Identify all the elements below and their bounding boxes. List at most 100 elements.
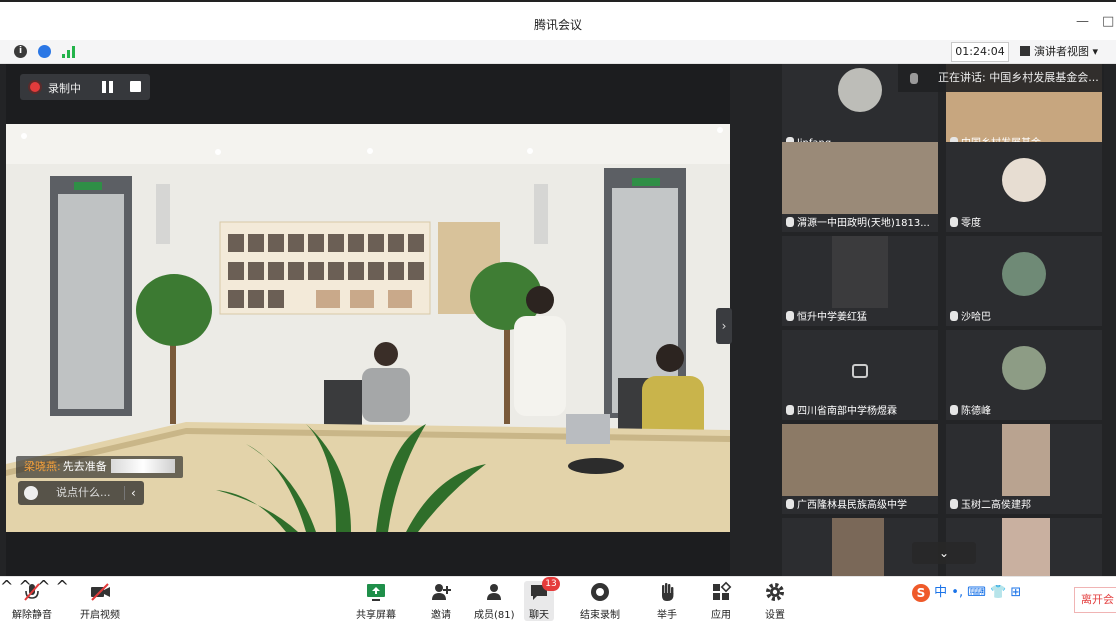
mic-icon (950, 499, 958, 509)
invite-label: 邀请 (431, 610, 451, 621)
participant-tile[interactable]: 沙哈巴 (946, 236, 1102, 326)
view-mode-button[interactable]: 演讲者视图 ▾ (1020, 43, 1098, 61)
chat-bubble: 梁晓燕: 先去准备 (16, 456, 183, 478)
window-title: 腾讯会议 (533, 18, 582, 32)
avatar (1002, 252, 1046, 296)
share-screen-button[interactable]: 共享屏幕 (356, 581, 396, 621)
scroll-down-button[interactable]: ⌄ (912, 542, 976, 564)
participant-tile[interactable]: 渭源一中田政明(天地)1813... (782, 142, 938, 232)
mic-icon (950, 405, 958, 415)
participant-name: 沙哈巴 (961, 312, 991, 323)
start-video-label: 开启视频 (80, 610, 120, 621)
meeting-main: 录制中 梁晓燕: 先去准备 说点什么... ‹ › 渭源一中田政明(天地)181… (0, 64, 1116, 576)
participant-tile[interactable]: 恒升中学姜红猛 (782, 236, 938, 326)
view-mode-label: 演讲者视图 (1034, 45, 1089, 58)
mic-icon (786, 405, 794, 415)
participant-tile[interactable]: 陈德峰 (946, 330, 1102, 420)
emoji-icon[interactable] (24, 486, 38, 500)
leave-meeting-button[interactable]: 离开会 (1074, 587, 1116, 613)
sogou-icon: S (912, 583, 930, 602)
participant-video (832, 518, 884, 576)
mic-icon (950, 217, 958, 227)
participant-name: 渭源一中田政明(天地)1813... (797, 218, 930, 229)
ime-toolbar[interactable]: S 中 •, ⌨ 👕 ⊞ (912, 581, 1022, 602)
mic-muted-icon (21, 581, 43, 603)
recording-label: 录制中 (48, 82, 81, 95)
participant-video (782, 142, 938, 214)
avatar (1002, 158, 1046, 202)
signal-icon[interactable] (62, 45, 78, 58)
meeting-toolbar: 解除静音 ^ 开启视频 ^ 共享屏幕 ^ 邀请 成员(81) 13 聊天 结束录… (0, 576, 1116, 623)
title-bar: 腾讯会议 — □ (0, 0, 1116, 40)
pause-recording-icon[interactable] (102, 81, 114, 93)
chat-icon: 13 (528, 577, 560, 603)
chat-message: 先去准备 (62, 460, 107, 473)
settings-button[interactable]: 设置 (764, 581, 786, 621)
chevron-up-icon[interactable]: ^ (56, 577, 69, 596)
members-label: 成员(81) (474, 610, 515, 621)
participant-video (1002, 518, 1050, 576)
participant-tile[interactable]: 四川省南部中学杨煜霖 (782, 330, 938, 420)
end-record-label: 结束录制 (580, 610, 620, 621)
invite-button[interactable]: 邀请 (430, 581, 452, 621)
minimize-button[interactable]: — (1076, 14, 1089, 29)
avatar (838, 68, 882, 112)
ime-status: 中 •, ⌨ 👕 ⊞ (934, 585, 1022, 600)
participant-name: 广西隆林县民族高级中学 (797, 500, 907, 511)
participant-tile[interactable]: 零度 (946, 142, 1102, 232)
chat-label: 聊天 (529, 610, 549, 621)
chevron-left-icon[interactable]: ‹ (131, 481, 136, 505)
chat-button[interactable]: 13 聊天 (524, 577, 560, 621)
members-button[interactable]: 成员(81) (474, 581, 515, 621)
chat-sender: 梁晓燕: (24, 460, 61, 473)
raise-hand-button[interactable]: 举手 (656, 581, 678, 621)
share-screen-label: 共享屏幕 (356, 610, 396, 621)
meeting-timer: 01:24:04 (951, 42, 1009, 62)
participant-video (832, 236, 888, 308)
active-speaker-label: 正在讲话: 中国乡村发展基金会... (938, 71, 1099, 84)
mic-icon (786, 499, 794, 509)
collapse-panel-button[interactable]: › (716, 308, 732, 344)
chat-input[interactable]: 说点什么... ‹ (18, 481, 144, 505)
raise-hand-label: 举手 (657, 610, 677, 621)
participant-name: 玉树二高侯建邦 (961, 500, 1031, 511)
participant-name: 陈德峰 (961, 406, 991, 417)
camera-off-icon (852, 364, 868, 378)
participant-tile[interactable]: 玉树二高侯建邦 (946, 424, 1102, 514)
apps-icon (710, 581, 732, 603)
unmute-button[interactable]: 解除静音 (12, 581, 52, 621)
participant-name: 恒升中学姜红猛 (797, 312, 867, 323)
share-screen-icon (365, 581, 387, 603)
gear-icon (764, 581, 786, 603)
camera-off-icon (89, 581, 111, 603)
participant-video (782, 424, 938, 496)
mic-icon (950, 311, 958, 321)
avatar (1002, 346, 1046, 390)
mic-icon (910, 73, 918, 84)
recording-dot-icon (30, 82, 40, 92)
settings-label: 设置 (765, 610, 785, 621)
participant-tile[interactable]: 广西隆林县民族高级中学 (782, 424, 938, 514)
stop-recording-icon[interactable] (130, 81, 141, 92)
participant-name: 四川省南部中学杨煜霖 (797, 406, 897, 417)
shield-icon[interactable] (38, 45, 51, 58)
end-record-button[interactable]: 结束录制 (580, 581, 620, 621)
invite-icon (430, 581, 452, 603)
recording-bar: 录制中 (20, 74, 150, 100)
chat-input-placeholder: 说点什么... (56, 486, 111, 499)
participant-grid: linfang 中国乡村发展基金... 渭源一中田政明(天地)1813... 零… (780, 64, 1102, 576)
hand-icon (656, 581, 678, 603)
participant-name: 零度 (961, 218, 981, 229)
record-icon (589, 581, 611, 603)
maximize-button[interactable]: □ (1102, 14, 1114, 29)
participant-video (1002, 424, 1050, 496)
mic-icon (786, 311, 794, 321)
redacted-text (110, 459, 175, 473)
active-speaker-banner: 正在讲话: 中国乡村发展基金会... (898, 64, 1104, 92)
apps-button[interactable]: 应用 (710, 581, 732, 621)
mic-icon (786, 217, 794, 227)
speaker-stage: 录制中 梁晓燕: 先去准备 说点什么... ‹ (6, 64, 730, 576)
start-video-button[interactable]: 开启视频 (80, 581, 120, 621)
info-icon[interactable]: i (14, 45, 27, 58)
unmute-label: 解除静音 (12, 610, 52, 621)
